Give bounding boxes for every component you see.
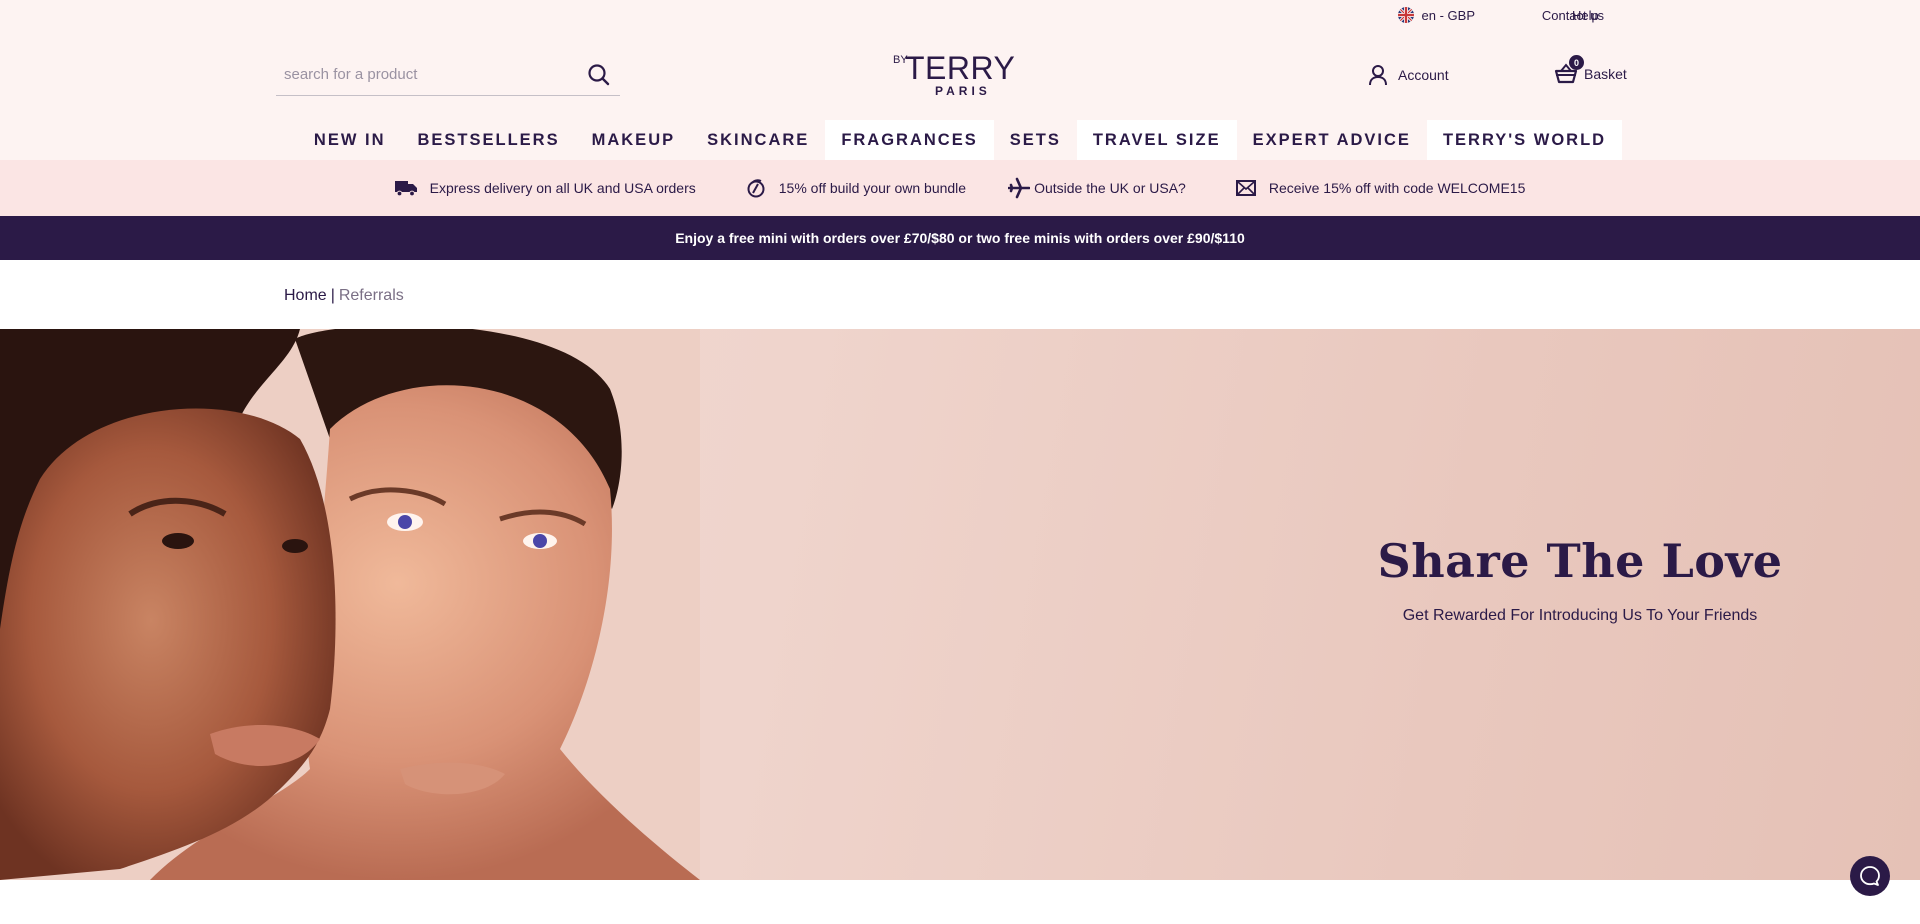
nav-item-sets[interactable]: SETS [994, 120, 1077, 160]
truck-icon [394, 181, 417, 197]
hero-title: Share The Love [1377, 534, 1783, 588]
basket-label: Basket [1584, 66, 1627, 82]
usp-bar: Express delivery on all UK and USA order… [0, 160, 1920, 216]
breadcrumb-separator: | [330, 287, 335, 304]
breadcrumb-home[interactable]: Home [284, 287, 327, 305]
hero-subtitle: Get Rewarded For Introducing Us To Your … [1402, 607, 1758, 624]
nav-item-expert-advice[interactable]: EXPERT ADVICE [1237, 120, 1427, 160]
breadcrumb-current: Referrals [338, 287, 404, 304]
logo-sub: PARIS [935, 84, 991, 98]
chat-button[interactable] [1850, 856, 1890, 896]
search-input[interactable] [284, 62, 574, 86]
account-label: Account [1398, 67, 1449, 83]
usp-international[interactable]: Outside the UK or USA? [1008, 177, 1186, 199]
breadcrumb: Home | Referrals [284, 287, 404, 305]
usp-welcome-code[interactable]: Receive 15% off with code WELCOME15 [1235, 180, 1526, 196]
user-icon [1369, 65, 1387, 86]
basket-link[interactable]: 0 Basket [1554, 55, 1627, 86]
search-button[interactable] [586, 62, 612, 88]
usp-label: 15% off build your own bundle [778, 180, 967, 196]
promo-banner[interactable]: Enjoy a free mini with orders over £70/$… [0, 216, 1920, 260]
logo-brand: TERRY [905, 50, 1016, 86]
nav-item-travel-size[interactable]: TRAVEL SIZE [1076, 120, 1237, 160]
uk-flag-icon [1397, 7, 1414, 23]
usp-bundle-discount[interactable]: 15% off build your own bundle [746, 178, 966, 198]
nav-item-new-in[interactable]: NEW IN [298, 120, 402, 160]
main-navigation: NEW IN BESTSELLERS MAKEUP SKINCARE FRAGR… [0, 120, 1920, 160]
locale-label: en - GBP [1421, 7, 1475, 23]
nav-item-skincare[interactable]: SKINCARE [691, 120, 825, 160]
chat-bubble-icon [1860, 866, 1880, 886]
envelope-icon [1235, 180, 1256, 196]
nav-item-fragrances[interactable]: FRAGRANCES [825, 120, 994, 160]
nav-item-terrys-world[interactable]: TERRY'S WORLD [1426, 120, 1623, 160]
nav-item-makeup[interactable]: MAKEUP [576, 120, 692, 160]
help-link[interactable]: Help [1572, 8, 1655, 23]
basket-count-badge: 0 [1569, 55, 1584, 70]
usp-express-delivery[interactable]: Express delivery on all UK and USA order… [394, 179, 696, 197]
account-link[interactable]: Account [1368, 64, 1449, 86]
usp-label: Outside the UK or USA? [1034, 180, 1186, 196]
hero-banner: Share The Love Get Rewarded For Introduc… [0, 329, 1920, 880]
hero-image [0, 329, 700, 880]
promo-text: Enjoy a free mini with orders over £70/$… [675, 230, 1245, 246]
hero-text: Share The Love Get Rewarded For Introduc… [1330, 533, 1830, 625]
locale-selector[interactable]: en - GBP [1397, 7, 1475, 23]
usp-label: Express delivery on all UK and USA order… [429, 180, 696, 196]
discount-icon [747, 179, 765, 198]
search-bar [276, 58, 620, 96]
logo-by: BY [893, 54, 908, 66]
site-header: en - GBP Contact us Help BY TERRY PARIS … [0, 0, 1920, 160]
usp-label: Receive 15% off with code WELCOME15 [1268, 180, 1526, 196]
nav-item-bestsellers[interactable]: BESTSELLERS [402, 120, 576, 160]
airplane-icon [1008, 177, 1031, 199]
search-icon [588, 64, 610, 86]
brand-logo[interactable]: BY TERRY PARIS [893, 52, 1033, 98]
help-label: Help [1572, 7, 1599, 23]
